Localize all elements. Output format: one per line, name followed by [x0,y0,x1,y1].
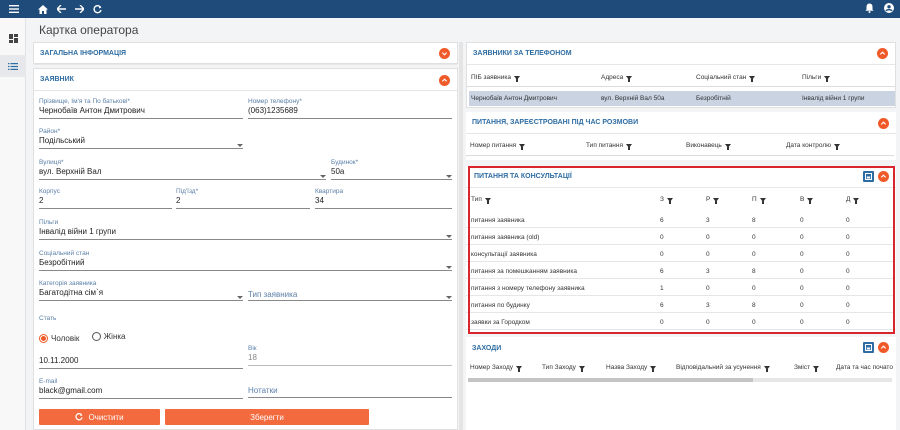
filter-icon[interactable] [516,365,523,372]
filter-icon[interactable] [513,75,520,82]
refresh-icon[interactable] [88,0,106,18]
street-select[interactable]: Вулиця* вул. Верхній Вал [39,159,326,180]
benefits-select[interactable]: Пільги Інвалід війни 1 групи [39,219,452,240]
filter-icon[interactable] [724,143,731,150]
questions-collapse-button[interactable] [878,118,889,129]
district-select[interactable]: Район* Подільський [39,128,243,149]
email-field[interactable]: E-mail black@gmail.com [39,378,243,399]
general-info-title: ЗАГАЛЬНА ІНФОРМАЦІЯ [34,43,457,65]
chevron-down-icon [237,144,243,147]
top-bar [0,0,900,18]
birth-date-field[interactable]: 10.11.2000 [39,355,243,369]
questions-header: Номер питання Тип питання Виконавець Дат… [466,138,894,156]
age-field: Вік 18 [248,345,452,366]
chevron-down-icon [441,52,448,56]
column-header[interactable]: Виконавець [686,142,731,150]
column-header[interactable]: Адреса [601,74,633,82]
apartment-field[interactable]: Квартира 34 [315,188,452,209]
chevron-up-icon [880,121,887,125]
export-button[interactable] [863,342,874,353]
account-icon[interactable] [884,0,894,18]
column-header[interactable]: Тип Заходу [542,364,585,372]
table-row[interactable]: Чернобаїв Антон Дмитрович вул. Верхній В… [469,91,895,106]
questions-registered-title: ПИТАННЯ, ЗАРЕЄСТРОВАНІ ПІД ЧАС РОЗМОВИ [466,112,896,134]
applicant-card: ЗАЯВНИК Прізвище, Ім'я та По батькові* Ч… [33,68,458,430]
chevron-down-icon [320,175,326,178]
applicant-collapse-button[interactable] [439,75,450,86]
refresh-icon [75,413,84,421]
filter-icon[interactable] [650,365,657,372]
filter-icon[interactable] [834,143,841,150]
chevron-down-icon [446,175,452,178]
column-header[interactable]: ПІБ заявника [471,74,520,82]
phone-applicants-collapse-button[interactable] [877,48,888,59]
phone-applicants-title: ЗАЯВНИКИ ЗА ТЕЛЕФОНОМ [467,43,895,65]
page-title: Картка оператора [39,23,139,37]
chevron-down-icon [446,235,452,238]
column-header[interactable]: Номер питання [470,142,526,150]
save-icon [865,344,872,351]
chevron-down-icon [446,266,452,269]
filter-icon[interactable] [763,365,770,372]
notes-field[interactable]: Нотатки [248,378,452,398]
phone-applicants-header: ПІБ заявника Адреса Соціальний стан Піль… [467,69,895,87]
events-title: ЗАХОДИ [472,344,502,352]
horizontal-scrollbar[interactable] [468,378,892,382]
column-header[interactable]: Дата контролю [786,142,841,150]
sex-female-radio[interactable]: Жінка [91,332,126,341]
applicant-title: ЗАЯВНИК [34,69,457,91]
applicant-type-select[interactable]: Тип заявника [248,280,452,301]
sex-male-radio[interactable]: Чоловік [39,334,79,343]
social-status-select[interactable]: Соціальний стан Безробітний [39,250,452,271]
splitter[interactable] [459,42,463,430]
highlight-frame [468,166,895,334]
column-header[interactable]: Соціальний стан [696,74,756,82]
filter-icon[interactable] [749,75,756,82]
column-header[interactable]: Тип питання [586,142,633,150]
filter-icon[interactable] [626,75,633,82]
full-name-field[interactable]: Прізвище, Ім'я та По батькові* Чернобаїв… [39,98,243,119]
chevron-up-icon [441,78,448,82]
phone-field[interactable]: Номер телефону* (063)1235689 [248,98,452,119]
save-button[interactable]: Зберегти [165,409,369,425]
column-header[interactable]: Номер Заходу [470,364,523,372]
arrow-left-icon[interactable] [52,0,70,18]
korpus-field[interactable]: Корпус 2 [39,188,172,209]
sidebar [0,18,26,430]
filter-icon[interactable] [824,75,831,82]
filter-icon[interactable] [626,143,633,150]
phone-applicants-section: ЗАЯВНИКИ ЗА ТЕЛЕФОНОМ ПІБ заявника Адрес… [466,42,896,108]
chevron-down-icon [446,296,452,299]
sex-group: Стать Чоловік Жінка [39,315,126,343]
dashboard-icon[interactable] [0,27,26,49]
events-header: Номер Заходу Тип Заходу Назва Заходу Від… [466,360,894,376]
left-panel: ЗАГАЛЬНА ІНФОРМАЦІЯ ЗАЯВНИК Прізвище, Ім… [33,42,458,430]
chevron-up-icon [880,345,887,349]
column-header[interactable]: Назва Заходу [606,364,657,372]
general-expand-button[interactable] [439,48,450,59]
general-info-card: ЗАГАЛЬНА ІНФОРМАЦІЯ [33,42,458,65]
events-section: ЗАХОДИ Номер Заходу Тип Заходу Назва Зах… [466,337,896,430]
menu-icon[interactable] [0,0,28,18]
chevron-down-icon [237,296,243,299]
column-header[interactable]: Відповідальний за усунення [676,364,770,372]
filter-icon[interactable] [578,365,585,372]
category-select[interactable]: Категорія заявника Багатодітна сім`я [39,280,243,301]
chevron-up-icon [879,51,886,55]
questions-registered-section: ПИТАННЯ, ЗАРЕЄСТРОВАНІ ПІД ЧАС РОЗМОВИ Н… [466,112,896,160]
column-header[interactable]: Зміст [794,364,820,372]
filter-icon[interactable] [519,143,526,150]
clear-button[interactable]: Очистити [39,409,160,425]
building-select[interactable]: Будинок* 50а [331,159,452,180]
column-header[interactable]: Дата та час почато [836,364,893,371]
list-icon[interactable] [0,55,26,77]
bell-icon[interactable] [865,0,874,18]
arrow-right-icon[interactable] [70,0,88,18]
home-icon[interactable] [34,0,52,18]
events-collapse-button[interactable] [878,342,889,353]
right-panel: ЗАЯВНИКИ ЗА ТЕЛЕФОНОМ ПІБ заявника Адрес… [466,42,896,430]
column-header[interactable]: Пільги [802,74,831,82]
filter-icon[interactable] [813,365,820,372]
entrance-field[interactable]: Під'їзд* 2 [176,188,310,209]
